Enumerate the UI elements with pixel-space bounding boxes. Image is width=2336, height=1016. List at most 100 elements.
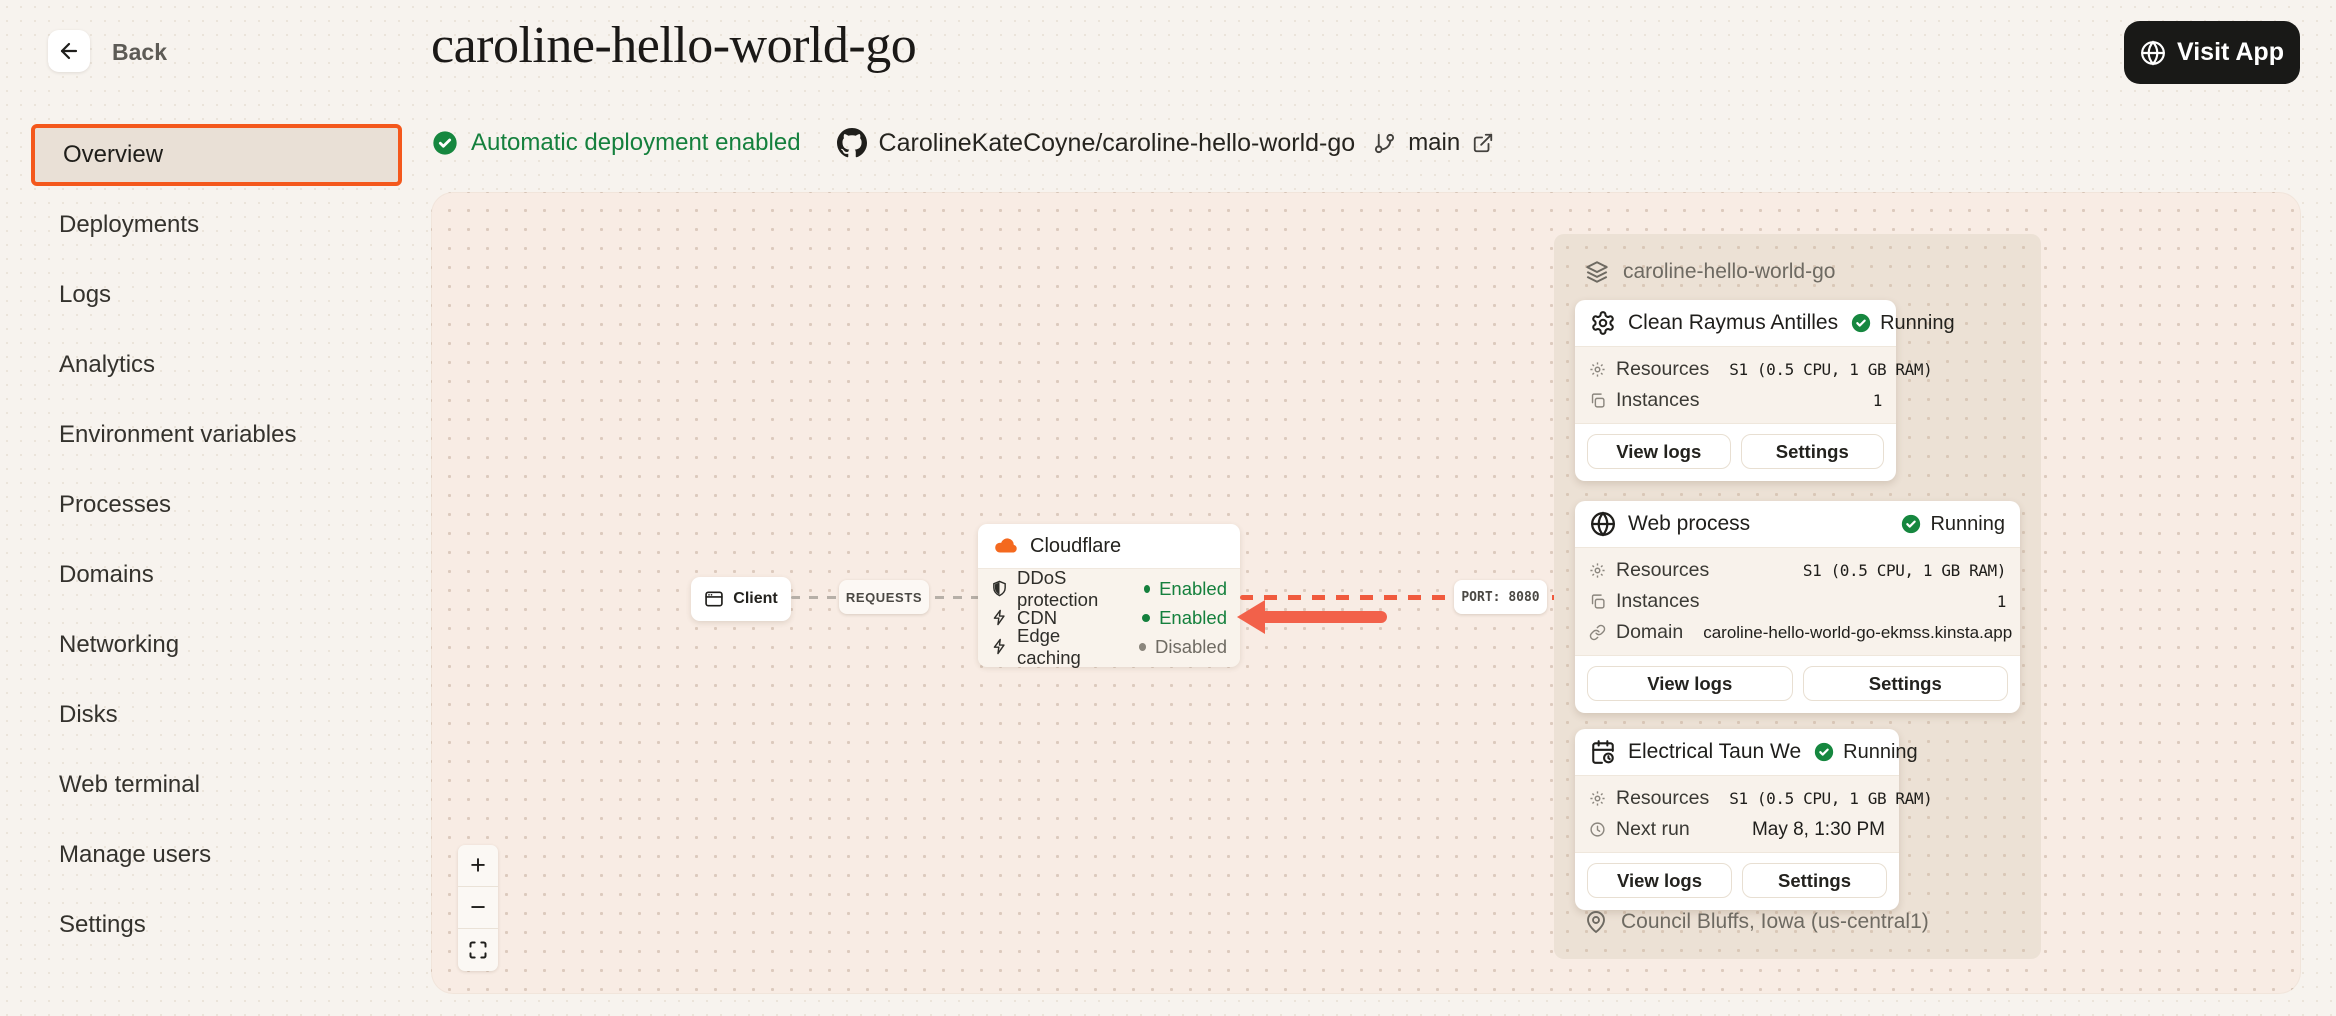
sidebar-item-overview[interactable]: Overview	[31, 124, 402, 186]
zoom-controls: + −	[458, 845, 498, 971]
status-dot	[1142, 614, 1150, 622]
cloudflare-title: Cloudflare	[1030, 535, 1121, 558]
status-badge: Running	[1813, 741, 1918, 764]
status-label: Running	[1930, 513, 2005, 536]
app-group-header: caroline-hello-world-go	[1584, 259, 1835, 285]
calendar-clock-icon	[1590, 739, 1616, 765]
globe-icon	[2140, 40, 2166, 66]
back-button[interactable]	[48, 30, 90, 72]
domain-value: caroline-hello-world-go-ekmss.kinsta.app	[1703, 623, 2012, 643]
sidebar: Overview Deployments Logs Analytics Envi…	[31, 124, 402, 964]
topology-canvas[interactable]: Client REQUESTS Cloudflare DDoS protecti…	[431, 192, 2301, 994]
lightning-icon	[991, 638, 1008, 655]
plus-icon: +	[470, 852, 486, 879]
browser-icon	[704, 589, 724, 609]
git-branch-icon	[1373, 132, 1396, 155]
sidebar-item-disks[interactable]: Disks	[31, 684, 402, 746]
status-badge: Running	[1900, 513, 2005, 536]
sidebar-item-deployments[interactable]: Deployments	[31, 194, 402, 256]
process-card-electrical-taun-we[interactable]: Electrical Taun We Running Resources S1 …	[1575, 729, 1899, 910]
requests-label-pill: REQUESTS	[839, 580, 929, 614]
sidebar-item-web-terminal[interactable]: Web terminal	[31, 754, 402, 816]
process-name: Electrical Taun We	[1628, 740, 1801, 764]
cloudflare-row-label: DDoS protection	[1017, 567, 1126, 611]
process-name: Clean Raymus Antilles	[1628, 311, 1838, 335]
status-bar: Automatic deployment enabled CarolineKat…	[431, 125, 1494, 161]
status-label: Running	[1880, 312, 1955, 335]
client-node[interactable]: Client	[691, 577, 791, 621]
status-badge: Running	[1850, 312, 1955, 335]
sidebar-item-manage-users[interactable]: Manage users	[31, 824, 402, 886]
sidebar-item-analytics[interactable]: Analytics	[31, 334, 402, 396]
cloudflare-row-status: Enabled	[1159, 607, 1227, 629]
globe-icon	[1590, 511, 1616, 537]
process-name: Web process	[1628, 512, 1888, 536]
external-link-icon[interactable]	[1472, 132, 1494, 154]
map-pin-icon	[1584, 910, 1608, 934]
settings-button[interactable]: Settings	[1741, 434, 1885, 469]
check-circle-icon	[431, 129, 459, 157]
cloudflare-row-status: Enabled	[1159, 578, 1227, 600]
fullscreen-button[interactable]	[458, 929, 498, 971]
zoom-in-button[interactable]: +	[458, 845, 498, 887]
sidebar-item-logs[interactable]: Logs	[31, 264, 402, 326]
row-value: 1	[1873, 391, 1882, 410]
link-icon	[1589, 624, 1606, 641]
page-title: caroline-hello-world-go	[431, 16, 916, 75]
row-value: May 8, 1:30 PM	[1752, 819, 1885, 841]
sidebar-item-settings[interactable]: Settings	[31, 894, 402, 956]
domain-row: Domain caroline-hello-world-go-ekmss.kin…	[1589, 617, 2006, 648]
row-value: S1 (0.5 CPU, 1 GB RAM)	[1729, 360, 1932, 379]
cloudflare-node[interactable]: Cloudflare DDoS protection Enabled CDN E…	[978, 524, 1240, 666]
datacenter-location: Council Bluffs, Iowa (us-central1)	[1584, 910, 1929, 934]
row-label: Domain	[1616, 621, 1683, 644]
sidebar-item-domains[interactable]: Domains	[31, 544, 402, 606]
resources-row: Resources S1 (0.5 CPU, 1 GB RAM)	[1589, 354, 1882, 385]
back-label: Back	[112, 39, 167, 66]
visit-app-button[interactable]: Visit App	[2124, 21, 2300, 84]
visit-app-label: Visit App	[2177, 38, 2284, 67]
gear-icon	[1589, 790, 1606, 807]
gear-icon	[1589, 562, 1606, 579]
cloudflare-row-label: Edge caching	[1017, 625, 1121, 669]
view-logs-button[interactable]: View logs	[1587, 666, 1793, 701]
status-dot	[1144, 585, 1150, 593]
view-logs-button[interactable]: View logs	[1587, 863, 1732, 898]
lightning-icon	[991, 609, 1008, 626]
layers-icon	[1584, 259, 1610, 285]
resources-row: Resources S1 (0.5 CPU, 1 GB RAM)	[1589, 555, 2006, 586]
process-card-clean-raymus-antilles[interactable]: Clean Raymus Antilles Running Resources …	[1575, 300, 1896, 481]
cog-icon	[1590, 310, 1616, 336]
row-label: Resources	[1616, 559, 1709, 582]
resources-row: Resources S1 (0.5 CPU, 1 GB RAM)	[1589, 783, 1885, 814]
settings-button[interactable]: Settings	[1742, 863, 1887, 898]
status-dot	[1139, 643, 1146, 651]
datacenter-location-label: Council Bluffs, Iowa (us-central1)	[1621, 910, 1929, 934]
cloudflare-row-edge-caching: Edge caching Disabled	[991, 632, 1227, 661]
cloudflare-row-status: Disabled	[1155, 636, 1227, 658]
clock-icon	[1589, 821, 1606, 838]
arrow-left-icon	[57, 39, 81, 63]
repo-info: CarolineKateCoyne/caroline-hello-world-g…	[837, 128, 1356, 158]
cloudflare-row-ddos: DDoS protection Enabled	[991, 574, 1227, 603]
client-label: Client	[733, 590, 777, 608]
sidebar-item-networking[interactable]: Networking	[31, 614, 402, 676]
instances-row: Instances 1	[1589, 586, 2006, 617]
view-logs-button[interactable]: View logs	[1587, 434, 1731, 469]
next-run-row: Next run May 8, 1:30 PM	[1589, 814, 1885, 845]
row-value: 1	[1997, 592, 2006, 611]
instances-row: Instances 1	[1589, 385, 1882, 416]
sidebar-item-environment-variables[interactable]: Environment variables	[31, 404, 402, 466]
row-label: Next run	[1616, 818, 1690, 841]
deployment-status: Automatic deployment enabled	[431, 129, 801, 157]
process-card-web-process[interactable]: Web process Running Resources S1 (0.5 CP…	[1575, 501, 2020, 713]
repo-name: CarolineKateCoyne/caroline-hello-world-g…	[879, 129, 1356, 158]
deployment-status-label: Automatic deployment enabled	[471, 129, 801, 157]
port-label-pill: PORT: 8080	[1454, 580, 1547, 614]
zoom-out-button[interactable]: −	[458, 887, 498, 929]
row-label: Instances	[1616, 389, 1699, 412]
sidebar-item-processes[interactable]: Processes	[31, 474, 402, 536]
row-value: S1 (0.5 CPU, 1 GB RAM)	[1729, 789, 1932, 808]
branch-link[interactable]: main	[1373, 129, 1494, 157]
settings-button[interactable]: Settings	[1803, 666, 2009, 701]
